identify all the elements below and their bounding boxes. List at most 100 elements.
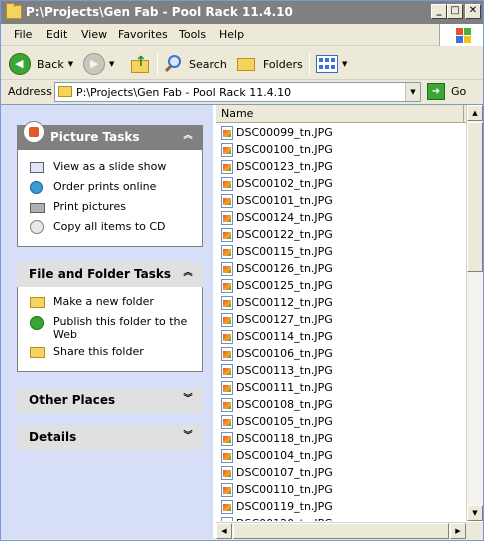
expand-icon[interactable]: ︾ — [181, 430, 195, 444]
column-header-name[interactable]: Name — [216, 105, 466, 123]
minimize-button[interactable]: _ — [431, 4, 447, 19]
jpeg-file-icon — [221, 415, 233, 429]
file-row[interactable]: DSC00105_tn.JPG — [216, 414, 466, 431]
menu-help[interactable]: Help — [219, 28, 244, 41]
file-row[interactable]: DSC00114_tn.JPG — [216, 329, 466, 346]
close-button[interactable]: ✕ — [465, 4, 481, 19]
file-row[interactable]: DSC00118_tn.JPG — [216, 431, 466, 448]
back-label: Back — [37, 57, 64, 71]
panel-title: Other Places — [29, 393, 116, 407]
file-name: DSC00122_tn.JPG — [236, 228, 333, 241]
maximize-button[interactable]: □ — [447, 4, 463, 19]
address-bar: Address P:\Projects\Gen Fab - Pool Rack … — [1, 81, 483, 103]
jpeg-file-icon — [221, 432, 233, 446]
printer-icon — [30, 203, 45, 213]
cd-icon — [30, 220, 44, 234]
new-folder-icon — [30, 297, 45, 308]
other-places-panel: Other Places ︾ — [17, 388, 203, 413]
file-row[interactable]: DSC00112_tn.JPG — [216, 295, 466, 312]
menu-edit[interactable]: Edit — [46, 28, 67, 41]
file-row[interactable]: DSC00111_tn.JPG — [216, 380, 466, 397]
back-button[interactable]: Back ▼ — [9, 52, 73, 76]
file-row[interactable]: DSC00104_tn.JPG — [216, 448, 466, 465]
task-label: Publish this folder to the Web — [53, 315, 188, 341]
file-name: DSC00124_tn.JPG — [236, 211, 333, 224]
menu-favorites[interactable]: Favorites — [118, 28, 168, 41]
forward-button[interactable]: ▼ — [83, 52, 114, 76]
jpeg-file-icon — [221, 262, 233, 276]
forward-arrow-icon — [83, 53, 105, 75]
scroll-left-button[interactable]: ◀ — [216, 523, 232, 539]
file-row[interactable]: DSC00127_tn.JPG — [216, 312, 466, 329]
jpeg-file-icon — [221, 177, 233, 191]
file-row[interactable]: DSC00122_tn.JPG — [216, 227, 466, 244]
jpeg-file-icon — [221, 279, 233, 293]
address-dropdown-button[interactable]: ▼ — [405, 83, 420, 101]
column-name-label: Name — [221, 107, 254, 120]
task-share-folder[interactable]: Share this folder — [18, 345, 202, 365]
scroll-corner — [466, 522, 483, 539]
file-row[interactable]: DSC00110_tn.JPG — [216, 482, 466, 499]
menu-tools[interactable]: Tools — [179, 28, 206, 41]
file-name: DSC00111_tn.JPG — [236, 381, 333, 394]
file-folder-tasks-panel: File and Folder Tasks ︽ Make a new folde… — [17, 262, 203, 372]
file-row[interactable]: DSC00102_tn.JPG — [216, 176, 466, 193]
scroll-down-button[interactable]: ▼ — [467, 505, 483, 521]
expand-icon[interactable]: ︾ — [181, 393, 195, 407]
file-row[interactable]: DSC00100_tn.JPG — [216, 142, 466, 159]
task-copy-cd[interactable]: Copy all items to CD — [18, 220, 202, 240]
file-row[interactable]: DSC00115_tn.JPG — [216, 244, 466, 261]
folders-button[interactable]: Folders — [235, 52, 303, 76]
file-row[interactable]: DSC00106_tn.JPG — [216, 346, 466, 363]
file-row[interactable]: DSC00124_tn.JPG — [216, 210, 466, 227]
jpeg-file-icon — [221, 160, 233, 174]
task-print[interactable]: Print pictures — [18, 200, 202, 220]
file-row[interactable]: DSC00119_tn.JPG — [216, 499, 466, 516]
scroll-up-button[interactable]: ▲ — [467, 105, 483, 121]
column-divider[interactable] — [463, 105, 465, 123]
horizontal-scrollbar[interactable]: ◀ ▶ — [216, 522, 466, 539]
horizontal-scroll-thumb[interactable] — [233, 523, 449, 539]
collapse-icon[interactable]: ︽ — [181, 130, 195, 144]
file-row[interactable]: DSC00107_tn.JPG — [216, 465, 466, 482]
jpeg-file-icon — [221, 364, 233, 378]
address-input[interactable]: P:\Projects\Gen Fab - Pool Rack 11.4.10 … — [54, 82, 421, 102]
file-name: DSC00126_tn.JPG — [236, 262, 333, 275]
search-button[interactable]: Search — [164, 52, 227, 76]
task-label: Make a new folder — [53, 295, 154, 308]
views-icon — [316, 55, 338, 73]
file-row[interactable]: DSC00120_tn.JPG — [216, 516, 466, 521]
file-row[interactable]: DSC00099_tn.JPG — [216, 125, 466, 142]
menu-view[interactable]: View — [81, 28, 107, 41]
up-folder-icon: ↑ — [129, 54, 151, 74]
details-header[interactable]: Details ︾ — [17, 425, 203, 450]
file-row[interactable]: DSC00101_tn.JPG — [216, 193, 466, 210]
vertical-scrollbar[interactable]: ▲ ▼ — [466, 105, 483, 521]
collapse-icon[interactable]: ︽ — [181, 267, 195, 281]
views-button[interactable]: ▼ — [316, 52, 347, 76]
file-row[interactable]: DSC00113_tn.JPG — [216, 363, 466, 380]
title-bar[interactable]: P:\Projects\Gen Fab - Pool Rack 11.4.10 … — [1, 1, 483, 24]
file-folder-tasks-header[interactable]: File and Folder Tasks ︽ — [17, 262, 203, 287]
task-publish-web[interactable]: Publish this folder to the Web — [18, 315, 202, 345]
windows-logo-icon — [439, 24, 483, 46]
file-row[interactable]: DSC00108_tn.JPG — [216, 397, 466, 414]
other-places-header[interactable]: Other Places ︾ — [17, 388, 203, 413]
file-row[interactable]: DSC00125_tn.JPG — [216, 278, 466, 295]
picture-tasks-header[interactable]: Picture Tasks ︽ — [17, 125, 203, 150]
file-name: DSC00119_tn.JPG — [236, 500, 333, 513]
file-row[interactable]: DSC00126_tn.JPG — [216, 261, 466, 278]
go-button[interactable]: ➜ Go — [427, 83, 466, 100]
task-slideshow[interactable]: View as a slide show — [18, 160, 202, 180]
task-label: View as a slide show — [53, 160, 167, 173]
up-folder-button[interactable]: ↑ — [129, 52, 151, 76]
task-order-prints[interactable]: Order prints online — [18, 180, 202, 200]
task-new-folder[interactable]: Make a new folder — [18, 295, 202, 315]
menu-file[interactable]: File — [14, 28, 32, 41]
picture-tasks-icon — [23, 121, 45, 143]
file-name: DSC00108_tn.JPG — [236, 398, 333, 411]
jpeg-file-icon — [221, 449, 233, 463]
scroll-right-button[interactable]: ▶ — [450, 523, 466, 539]
file-row[interactable]: DSC00123_tn.JPG — [216, 159, 466, 176]
vertical-scroll-thumb[interactable] — [467, 122, 483, 272]
